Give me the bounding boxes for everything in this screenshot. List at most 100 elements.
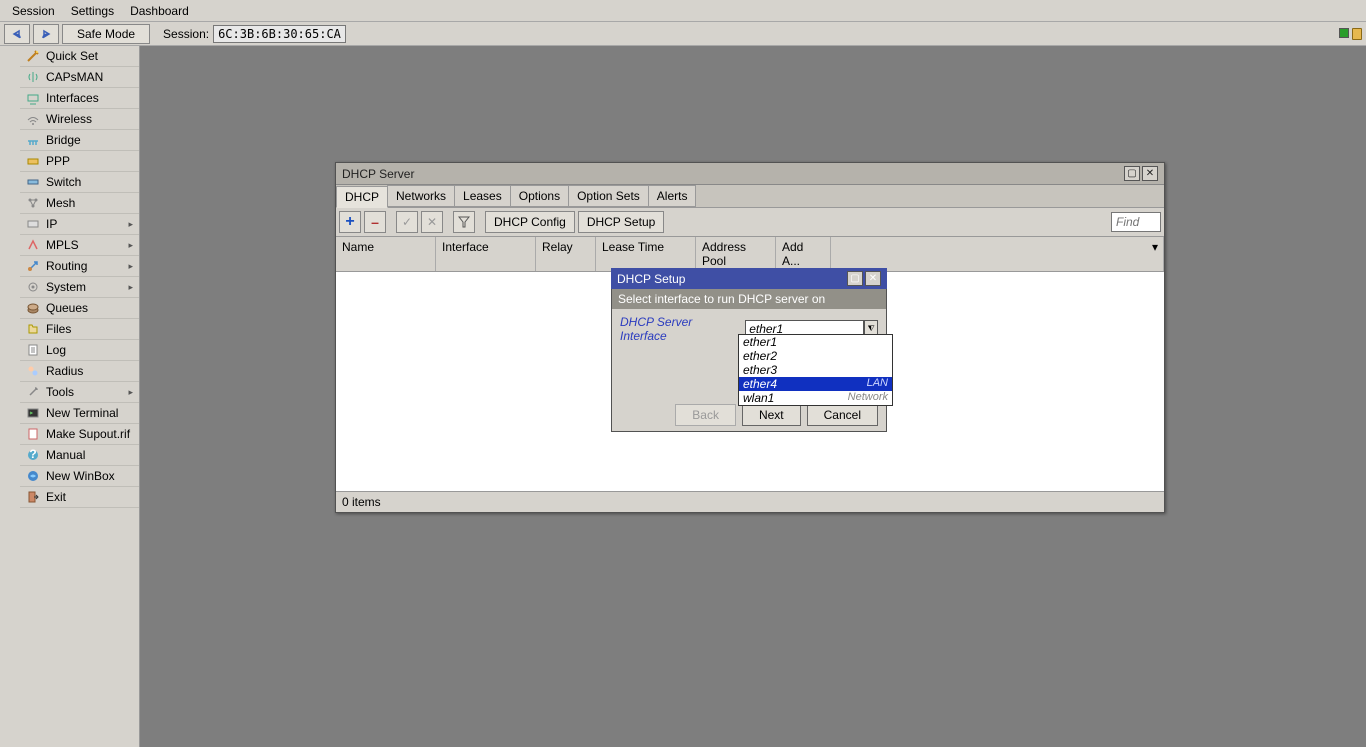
sidebar-item-ppp[interactable]: PPP	[20, 151, 139, 172]
sidebar-item-manual[interactable]: ?Manual	[20, 445, 139, 466]
submenu-arrow-icon: ▸	[128, 387, 133, 398]
sidebar-item-label: MPLS	[46, 238, 79, 252]
sidebar-item-routing[interactable]: Routing▸	[20, 256, 139, 277]
menu-dashboard[interactable]: Dashboard	[122, 2, 197, 20]
add-button[interactable]: +	[339, 211, 361, 233]
supout-icon	[25, 427, 41, 441]
safe-mode-button[interactable]: Safe Mode	[62, 24, 150, 44]
setup-close-button[interactable]: ✕	[865, 271, 881, 286]
menubar: Session Settings Dashboard	[0, 0, 1366, 22]
cancel-button[interactable]: Cancel	[807, 404, 878, 426]
menu-session[interactable]: Session	[4, 2, 63, 20]
sidebar-item-new-terminal[interactable]: New Terminal	[20, 403, 139, 424]
sidebar-item-label: Bridge	[46, 133, 81, 147]
setup-minimize-button[interactable]: ▢	[847, 271, 863, 286]
redo-button[interactable]	[33, 24, 59, 44]
setup-window-title: DHCP Setup	[617, 272, 685, 286]
next-button[interactable]: Next	[742, 404, 801, 426]
sidebar-item-label: PPP	[46, 154, 70, 168]
sidebar-item-label: New WinBox	[46, 469, 115, 483]
switch-icon	[25, 175, 41, 189]
sidebar-item-interfaces[interactable]: Interfaces	[20, 88, 139, 109]
status-indicator-icon	[1339, 28, 1349, 38]
sidebar-item-make-supout-rif[interactable]: Make Supout.rif	[20, 424, 139, 445]
disable-button[interactable]: ✕	[421, 211, 443, 233]
sidebar-item-ip[interactable]: IP▸	[20, 214, 139, 235]
sidebar-item-label: Queues	[46, 301, 88, 315]
remove-button[interactable]: –	[364, 211, 386, 233]
sidebar-item-mpls[interactable]: MPLS ▸	[20, 235, 139, 256]
tools-icon	[25, 385, 41, 399]
column-header[interactable]: Relay	[536, 237, 596, 271]
dropdown-option-ether3[interactable]: ether3	[739, 363, 892, 377]
menu-settings[interactable]: Settings	[63, 2, 122, 20]
sidebar-item-queues[interactable]: Queues	[20, 298, 139, 319]
dropdown-option-ether2[interactable]: ether2	[739, 349, 892, 363]
bridge-icon	[25, 133, 41, 147]
mesh-icon	[25, 196, 41, 210]
dhcp-config-button[interactable]: DHCP Config	[485, 211, 575, 233]
dropdown-option-ether4[interactable]: ether4LAN	[739, 377, 892, 391]
column-header[interactable]: Name	[336, 237, 436, 271]
window-close-button[interactable]: ✕	[1142, 166, 1158, 181]
interface-dropdown[interactable]: ether1ether2ether3ether4LANwlan1Network	[738, 334, 893, 406]
tab-option-sets[interactable]: Option Sets	[568, 185, 649, 207]
undo-button[interactable]	[4, 24, 30, 44]
dhcp-window-titlebar[interactable]: DHCP Server ▢ ✕	[336, 163, 1164, 185]
sidebar-item-files[interactable]: Files	[20, 319, 139, 340]
sidebar-item-capsman[interactable]: CAPsMAN	[20, 67, 139, 88]
mpls-icon	[25, 238, 41, 252]
sidebar-item-bridge[interactable]: Bridge	[20, 130, 139, 151]
tab-alerts[interactable]: Alerts	[648, 185, 697, 207]
setup-window-titlebar[interactable]: DHCP Setup ▢ ✕	[611, 268, 887, 289]
dropdown-option-ether1[interactable]: ether1	[739, 335, 892, 349]
column-header[interactable]: Address Pool	[696, 237, 776, 271]
sidebar-item-exit[interactable]: Exit	[20, 487, 139, 508]
sidebar-item-label: Exit	[46, 490, 66, 504]
sidebar-item-quick-set[interactable]: Quick Set	[20, 46, 139, 67]
sidebar-item-system[interactable]: System▸	[20, 277, 139, 298]
sidebar-item-tools[interactable]: Tools▸	[20, 382, 139, 403]
queues-icon	[25, 301, 41, 315]
ppp-icon	[25, 154, 41, 168]
sidebar-item-mesh[interactable]: Mesh	[20, 193, 139, 214]
column-header[interactable]: Interface	[436, 237, 536, 271]
sidebar: Quick SetCAPsMANInterfaces Wireless Bridge…	[0, 46, 140, 747]
window-minimize-button[interactable]: ▢	[1124, 166, 1140, 181]
toolbar: Safe Mode Session: 6C:3B:6B:30:65:CA	[0, 22, 1366, 46]
tab-leases[interactable]: Leases	[454, 185, 511, 207]
submenu-arrow-icon: ▸	[128, 240, 133, 251]
enable-button[interactable]: ✓	[396, 211, 418, 233]
setup-instruction: Select interface to run DHCP server on	[612, 289, 886, 309]
tab-dhcp[interactable]: DHCP	[336, 186, 388, 208]
column-header[interactable]: Lease Time	[596, 237, 696, 271]
manual-icon: ?	[25, 448, 41, 462]
dhcp-tabs: DHCPNetworksLeasesOptionsOption SetsAler…	[336, 185, 1164, 208]
sidebar-item-new-winbox[interactable]: New WinBox	[20, 466, 139, 487]
sidebar-item-label: Log	[46, 343, 66, 357]
tab-networks[interactable]: Networks	[387, 185, 455, 207]
column-header[interactable]: Add A...	[776, 237, 831, 271]
dhcp-toolbar: + – ✓ ✕ DHCP Config DHCP Setup	[336, 208, 1164, 236]
tab-options[interactable]: Options	[510, 185, 569, 207]
sidebar-item-log[interactable]: Log	[20, 340, 139, 361]
find-input[interactable]	[1111, 212, 1161, 232]
sidebar-item-label: Routing	[46, 259, 87, 273]
sidebar-item-wireless[interactable]: Wireless	[20, 109, 139, 130]
dropdown-option-wlan1[interactable]: wlan1Network	[739, 391, 892, 405]
interface-label: DHCP Server Interface	[620, 315, 739, 343]
dhcp-setup-button[interactable]: DHCP Setup	[578, 211, 664, 233]
toolbar-right	[1339, 28, 1362, 40]
files-icon	[25, 322, 41, 336]
sidebar-item-label: System	[46, 280, 86, 294]
sidebar-item-label: New Terminal	[46, 406, 118, 420]
log-icon	[25, 343, 41, 357]
sidebar-item-switch[interactable]: Switch	[20, 172, 139, 193]
sidebar-item-radius[interactable]: Radius	[20, 361, 139, 382]
antenna-icon	[25, 70, 41, 84]
column-menu-button[interactable]: ▾	[1146, 237, 1164, 271]
back-button[interactable]: Back	[675, 404, 736, 426]
sidebar-item-label: Wireless	[46, 112, 92, 126]
filter-button[interactable]	[453, 211, 475, 233]
winbox-icon	[25, 469, 41, 483]
